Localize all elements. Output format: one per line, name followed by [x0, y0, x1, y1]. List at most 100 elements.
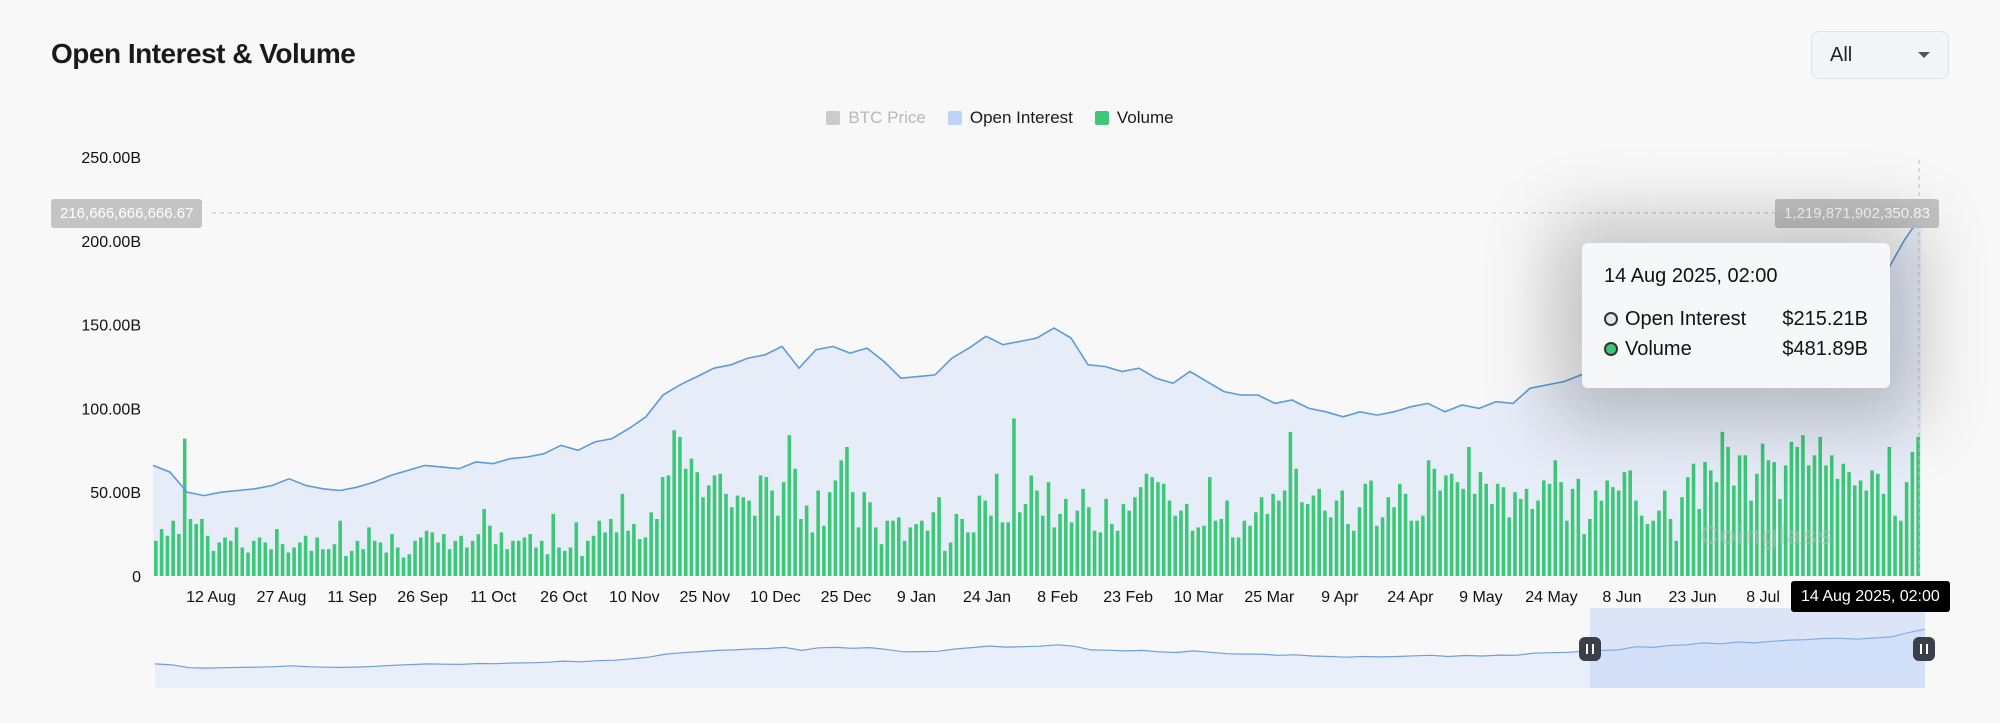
volume-bar: [1144, 473, 1149, 576]
volume-bar: [1075, 510, 1080, 576]
volume-bar: [966, 532, 970, 576]
volume-bar: [1398, 483, 1402, 576]
volume-bar: [989, 515, 993, 576]
volume-bar: [1599, 500, 1604, 576]
volume-bar: [983, 500, 987, 576]
volume-bar: [1392, 507, 1396, 576]
volume-bar: [205, 535, 210, 576]
volume-bar: [482, 508, 486, 576]
volume-bar: [1801, 435, 1805, 576]
volume-bar: [827, 492, 832, 576]
volume-bar: [1876, 473, 1880, 576]
volume-bar: [971, 532, 976, 576]
volume-bar: [355, 540, 360, 576]
volume-bar: [1092, 530, 1097, 576]
volume-bar: [902, 540, 907, 576]
volume-bar: [1743, 455, 1748, 576]
volume-bar: [1254, 512, 1258, 576]
volume-bar: [1409, 520, 1414, 576]
volume-bar: [1559, 482, 1563, 576]
volume-bar: [609, 519, 613, 576]
volume-bar: [856, 527, 861, 576]
volume-bar: [908, 527, 913, 576]
x-tick-label: 25 Dec: [821, 589, 872, 606]
volume-bar: [263, 542, 268, 576]
volume-bar: [1202, 525, 1206, 576]
volume-bar: [597, 520, 602, 576]
volume-bar: [1513, 492, 1517, 576]
volume-bar: [862, 492, 867, 576]
volume-bar: [1565, 520, 1569, 576]
x-tick-label: 9 Apr: [1321, 589, 1359, 606]
volume-bar: [1685, 477, 1690, 576]
volume-bar: [401, 557, 406, 576]
volume-bar: [603, 532, 607, 576]
volume-bar: [298, 542, 302, 576]
range-navigator: [154, 608, 1935, 688]
volume-bar: [643, 537, 648, 576]
volume-bar: [1645, 524, 1650, 576]
tooltip-title: 14 Aug 2025, 02:00: [1604, 265, 1778, 287]
volume-bar: [1248, 525, 1252, 576]
volume-bar: [574, 522, 579, 576]
tooltip-row-volume: Volume $481.89B: [1604, 334, 1868, 364]
volume-bar: [1576, 478, 1581, 576]
volume-bar: [1317, 488, 1321, 576]
handle-grip: [1920, 644, 1922, 654]
volume-bar: [787, 435, 792, 576]
navigator-handle-right[interactable]: [1913, 637, 1935, 661]
x-tick-label: 12 Aug: [186, 589, 236, 606]
volume-bar: [1242, 520, 1247, 576]
pause-icon: [1579, 637, 1601, 661]
x-tick-label: 8 Jun: [1602, 589, 1641, 606]
volume-bar: [1023, 503, 1028, 576]
volume-bar: [1069, 522, 1074, 576]
volume-bar: [246, 552, 250, 576]
volume-bar: [1236, 537, 1241, 576]
volume-bar: [1484, 483, 1488, 576]
volume-bar: [424, 530, 429, 576]
volume-bar: [660, 477, 665, 576]
volume-bar: [1081, 488, 1085, 576]
volume-bar: [1115, 530, 1120, 576]
x-tick-label: 10 Mar: [1174, 589, 1224, 606]
navigator-handle-left[interactable]: [1579, 637, 1601, 661]
volume-bar: [1179, 510, 1183, 576]
volume-bar: [269, 549, 273, 576]
tooltip-label-volume: Volume: [1625, 337, 1692, 360]
volume-bar: [1507, 517, 1512, 576]
volume-bar: [1265, 513, 1270, 576]
volume-bar: [303, 535, 308, 576]
volume-bar: [447, 549, 452, 576]
x-tick-label: 9 May: [1459, 589, 1503, 606]
volume-bar: [165, 535, 170, 576]
volume-bar: [1904, 482, 1909, 576]
volume-bar: [430, 532, 435, 576]
volume-bar: [1518, 498, 1523, 576]
volume-bar: [977, 495, 982, 576]
volume-bar: [568, 547, 573, 576]
x-tick-label: 27 Aug: [257, 589, 307, 606]
volume-bar: [1628, 470, 1632, 576]
volume-bar: [1017, 512, 1022, 576]
volume-bar: [776, 515, 780, 576]
volume-bar: [275, 529, 279, 576]
volume-bar: [1449, 473, 1454, 576]
volume-bar: [1173, 515, 1177, 576]
volume-bar: [1611, 487, 1615, 576]
volume-bar: [1351, 530, 1356, 576]
volume-bar: [292, 547, 296, 576]
hover-date-flag: 14 Aug 2025, 02:00: [1791, 581, 1950, 612]
volume-bar: [1795, 446, 1799, 576]
volume-bar: [1288, 431, 1293, 576]
volume-bar: [994, 473, 999, 576]
volume-bar: [948, 542, 953, 576]
volume-bar: [171, 520, 175, 576]
volume-bar: [309, 550, 314, 576]
volume-bar: [1772, 462, 1776, 576]
volume-bar: [735, 495, 740, 576]
x-tick-label: 24 Jan: [963, 589, 1011, 606]
volume-bar: [1432, 468, 1437, 576]
volume-bar: [1829, 455, 1834, 576]
volume-bar: [1910, 451, 1915, 576]
